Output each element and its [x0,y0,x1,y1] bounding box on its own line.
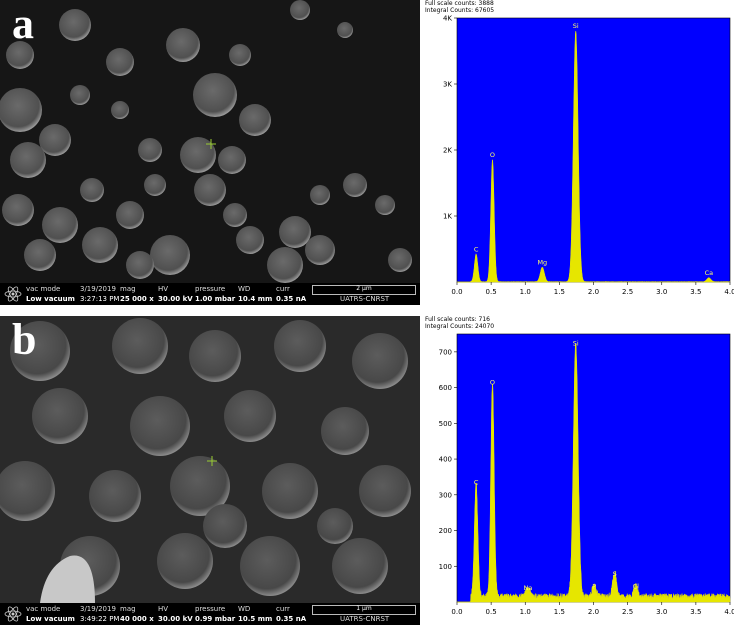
y-tick-label: 700 [439,348,452,356]
x-tick-label: 1.0 [520,608,531,616]
vac-mode-label: vac mode [26,605,61,613]
x-tick-label: 2.5 [622,608,633,616]
panel-letter: a [12,0,34,48]
x-tick-label: 0.0 [451,288,462,296]
wd-value: 10.5 mm [238,615,273,623]
peak-label: Si [573,22,579,30]
sem-info-bar: vac mode Low vacuum 3/19/2019 3:27:13 PM… [0,283,420,305]
x-tick-label: 1.5 [554,608,565,616]
curr-label: curr [276,285,290,293]
y-tick-label: 4K [443,15,452,23]
y-tick-label: 100 [439,563,452,571]
scale-bar: 2 µm [312,285,416,295]
time-value: 3:27:13 PM [80,295,120,303]
eds-chart: 0.0 0.5 1.0 1.5 2.0 2.5 3.0 3.5 4.0 1K 2K 3K 4K C O Mg S… [443,15,734,297]
peak-label: Cl [633,582,640,590]
y-tick-label: 300 [439,491,452,499]
mag-label: mag [120,605,136,613]
wd-label: WD [238,605,251,613]
x-tick-label: 3.5 [690,608,701,616]
sem-micrograph [0,316,420,603]
hv-label: HV [158,605,169,613]
sem-micrograph [0,0,420,283]
panel-letter: b [12,316,37,364]
wd-label: WD [238,285,251,293]
peak-label: Ca [705,269,714,277]
panel-b: b vac mode Low vacuum 3/19/2019 3:49:22 … [0,316,734,625]
peak-label: O [490,379,495,387]
pressure-value: 0.99 mbar [195,615,236,623]
y-tick-label: 2K [443,147,452,155]
eds-spectrum: 0.0 0.5 1.0 1.5 2.0 2.5 3.0 3.5 4.0 1K 2K 3K 4K C O Mg S… [421,0,734,305]
peak-label: Mg [537,258,547,266]
x-tick-label: 0.0 [451,608,462,616]
x-tick-label: 1.5 [554,288,565,296]
x-tick-label: 4.0 [724,608,734,616]
y-tick-label: 1K [443,213,452,221]
curr-value: 0.35 nA [276,615,307,623]
vac-mode-label: vac mode [26,285,61,293]
x-tick-label: 1.0 [520,288,531,296]
y-tick-label: 400 [439,456,452,464]
y-tick-label: 500 [439,420,452,428]
vac-mode-value: Low vacuum [26,615,75,623]
full-scale-counts: Full scale counts: 3888 [425,0,494,7]
x-tick-label: 0.5 [486,608,497,616]
peak-label: P [592,582,596,590]
full-scale-counts: Full scale counts: 716 [425,316,490,323]
peak-label: O [490,151,495,159]
hv-label: HV [158,285,169,293]
x-tick-label: 3.0 [656,288,667,296]
peak-label: C [474,479,479,487]
pressure-label: pressure [195,605,226,613]
y-tick-label: 600 [439,384,452,392]
pressure-value: 1.00 mbar [195,295,236,303]
sem-image: b vac mode Low vacuum 3/19/2019 3:49:22 … [0,316,420,625]
date-value: 3/19/2019 [80,605,116,613]
panel-a: a vac mode Low vacuum 3/19/2019 3:27:13 … [0,0,734,305]
plot-area [456,17,731,283]
mag-label: mag [120,285,136,293]
x-tick-label: 3.0 [656,608,667,616]
x-tick-label: 0.5 [486,288,497,296]
time-value: 3:49:22 PM [80,615,120,623]
curr-label: curr [276,605,290,613]
peak-label: S [613,570,617,578]
sem-image: a vac mode Low vacuum 3/19/2019 3:27:13 … [0,0,420,305]
x-tick-label: 3.5 [690,288,701,296]
mag-value: 25 000 x [120,295,154,303]
peak-label: C [474,245,479,253]
mag-value: 40 000 x [120,615,154,623]
x-tick-label: 4.0 [724,288,734,296]
peak-label: Na [524,584,533,592]
eds-header: Full scale counts: 3888 Integral Counts:… [425,0,494,14]
hv-value: 30.00 kV [158,295,193,303]
integral-counts: Integral Counts: 24070 [425,323,495,330]
pressure-label: pressure [195,285,226,293]
eds-spectrum: 0.0 0.5 1.0 1.5 2.0 2.5 3.0 3.5 4.0 100 200 300 400 5… [421,316,734,625]
atom-logo-icon [4,606,22,622]
x-tick-label: 2.0 [588,608,599,616]
x-tick-label: 2.0 [588,288,599,296]
lab-name: UATRS-CNRST [340,295,390,303]
scale-bar: 1 µm [312,605,416,615]
plot-area [456,333,731,603]
scale-bar-label: 1 µm [356,605,372,612]
curr-value: 0.35 nA [276,295,307,303]
wd-value: 10.4 mm [238,295,273,303]
scale-bar-label: 2 µm [356,285,372,292]
y-tick-label: 200 [439,527,452,535]
eds-header: Full scale counts: 716 Integral Counts: … [425,316,494,330]
date-value: 3/19/2019 [80,285,116,293]
sem-info-bar: vac mode Low vacuum 3/19/2019 3:49:22 PM… [0,603,420,625]
vac-mode-value: Low vacuum [26,295,75,303]
y-tick-label: 3K [443,81,452,89]
integral-counts: Integral Counts: 67605 [425,7,495,14]
hv-value: 30.00 kV [158,615,193,623]
lab-name: UATRS-CNRST [340,615,390,623]
atom-logo-icon [4,286,22,302]
eds-chart: 0.0 0.5 1.0 1.5 2.0 2.5 3.0 3.5 4.0 100 200 300 400 5… [439,333,734,616]
peak-label: Si [573,339,579,347]
x-tick-label: 2.5 [622,288,633,296]
